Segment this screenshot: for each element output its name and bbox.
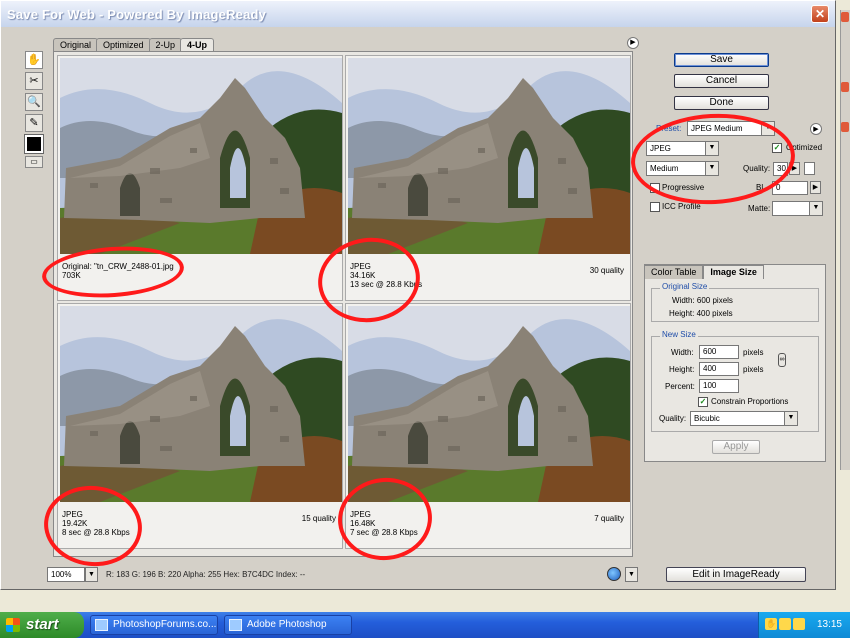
original-height: Height: 400 pixels (669, 309, 733, 318)
browser-dropdown-icon[interactable]: ▼ (625, 567, 638, 582)
resample-quality-select[interactable]: Bicubic ▼ (690, 411, 798, 426)
ruin-photo[interactable] (60, 306, 342, 502)
preview-in-browser-icon[interactable] (607, 567, 621, 581)
pane-quality: 15 quality (301, 514, 336, 523)
resample-quality-label: Quality: (659, 414, 687, 423)
done-button[interactable]: Done (674, 96, 769, 110)
photoshop-window-icon (229, 619, 242, 631)
status-bar: 100% ▼ R: 183 G: 196 B: 220 Alpha: 255 H… (47, 566, 647, 582)
apply-button[interactable]: Apply (712, 440, 760, 454)
save-button[interactable]: Save (674, 53, 769, 67)
size-panel-tabs: Color Table Image Size (644, 265, 764, 279)
tab-optimized[interactable]: Optimized (96, 38, 151, 51)
optimize-menu-icon[interactable]: ▶ (810, 123, 822, 135)
eyedropper-color-swatch[interactable] (24, 134, 44, 154)
system-tray: ✋ 13:15 (758, 612, 850, 638)
hand-tray-icon[interactable]: ✋ (765, 618, 777, 630)
photoshop-palette-edge (840, 10, 850, 470)
tab-2-up[interactable]: 2-Up (148, 38, 183, 51)
browser-window-icon (95, 619, 108, 631)
background-close-icon[interactable] (841, 122, 849, 132)
ruin-photo[interactable] (348, 306, 630, 502)
tab-color-table[interactable]: Color Table (644, 265, 704, 279)
cancel-button[interactable]: Cancel (674, 74, 769, 88)
pane-quality: 30 quality (589, 266, 624, 275)
ruin-photo[interactable] (60, 58, 342, 254)
width-input[interactable]: 600 (699, 345, 739, 359)
blur-slider-arrow-icon[interactable]: ▶ (810, 181, 821, 194)
windows-logo-icon (6, 618, 20, 632)
start-button[interactable]: start (0, 612, 84, 638)
titlebar[interactable]: Save For Web - Powered By ImageReady ✕ (1, 1, 835, 27)
quality-mask-icon[interactable] (804, 162, 815, 175)
tab-original[interactable]: Original (53, 38, 99, 51)
pane-quality: 7 quality (594, 514, 624, 523)
taskbar-item-label: PhotoshopForums.co... (113, 619, 217, 630)
tab-4-up[interactable]: 4-Up (180, 38, 215, 52)
original-width: Width: 600 pixels (672, 296, 733, 305)
percent-label: Percent: (665, 382, 695, 391)
icc-profile-checkbox[interactable] (650, 202, 660, 212)
width-pixels-label: pixels (743, 348, 764, 357)
background-close-icon[interactable] (841, 12, 849, 22)
taskbar: start PhotoshopForums.co... Adobe Photos… (0, 612, 850, 638)
start-label: start (26, 616, 59, 633)
network-tray-icon[interactable] (779, 618, 791, 630)
window-title: Save For Web - Powered By ImageReady (7, 6, 267, 22)
tab-image-size[interactable]: Image Size (703, 265, 764, 279)
eyedropper-tool-icon[interactable]: ✎ (25, 114, 43, 132)
percent-input[interactable]: 100 (699, 379, 739, 393)
chevron-down-icon[interactable]: ▼ (809, 202, 822, 215)
matte-label: Matte: (748, 204, 771, 213)
close-icon[interactable]: ✕ (811, 5, 829, 23)
chevron-down-icon[interactable]: ▼ (784, 412, 797, 425)
ruin-photo[interactable] (348, 58, 630, 254)
toolbox: ✋ ✂ 🔍 ✎ ▭ (24, 51, 45, 171)
color-readout: R: 183 G: 196 B: 220 Alpha: 255 Hex: B7C… (106, 569, 306, 579)
zoom-level-field[interactable]: 100% (47, 566, 85, 582)
taskbar-item-photoshop[interactable]: Adobe Photoshop (224, 615, 352, 635)
hand-tool-icon[interactable]: ✋ (25, 51, 43, 69)
height-pixels-label: pixels (743, 365, 764, 374)
matte-select[interactable]: ▼ (772, 201, 823, 216)
link-icon: ∞ (778, 353, 786, 367)
width-label: Width: (671, 348, 694, 357)
tray-icons: ✋ (765, 618, 805, 630)
background-close-icon[interactable] (841, 82, 849, 92)
constrain-proportions-label: Constrain Proportions (711, 397, 789, 406)
view-tabs: Original Optimized 2-Up 4-Up (53, 38, 215, 52)
constrain-proportions-checkbox[interactable]: ✓ (698, 397, 708, 407)
zoom-tool-icon[interactable]: 🔍 (25, 93, 43, 111)
volume-tray-icon[interactable] (793, 618, 805, 630)
toggle-slices-icon[interactable]: ▭ (25, 156, 43, 168)
resample-quality-value: Bicubic (694, 414, 720, 423)
view-menu-arrow-icon[interactable]: ▶ (627, 37, 639, 49)
taskbar-item-browser[interactable]: PhotoshopForums.co... (90, 615, 218, 635)
original-size-label: Original Size (660, 282, 710, 291)
taskbar-item-label: Adobe Photoshop (247, 619, 327, 630)
clock: 13:15 (816, 619, 842, 630)
zoom-dropdown-icon[interactable]: ▼ (85, 566, 98, 582)
new-size-label: New Size (660, 330, 698, 339)
height-input[interactable]: 400 (699, 362, 739, 376)
edit-in-imageready-button[interactable]: Edit in ImageReady (666, 567, 806, 582)
height-label: Height: (669, 365, 695, 374)
slice-select-tool-icon[interactable]: ✂ (25, 72, 43, 90)
